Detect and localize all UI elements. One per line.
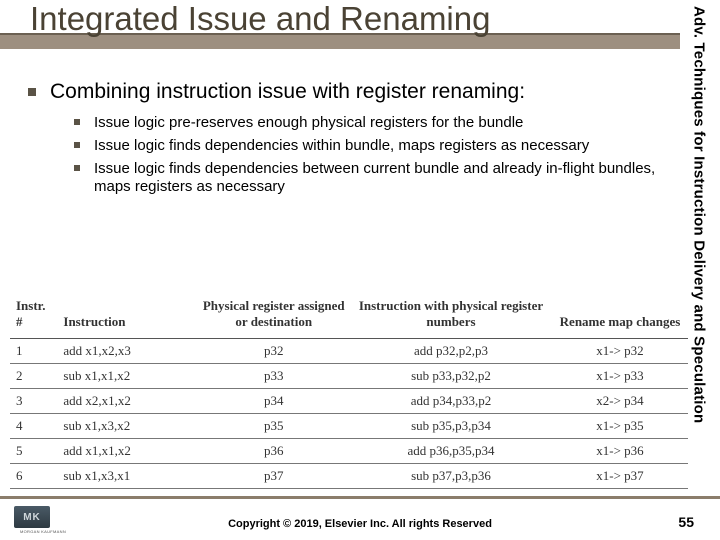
square-bullet-icon: [28, 88, 36, 96]
square-bullet-icon: [74, 142, 80, 148]
content-area: Combining instruction issue with registe…: [28, 80, 668, 201]
cell-pinstr: add p36,p35,p34: [350, 439, 552, 464]
bullet-text: Combining instruction issue with registe…: [50, 80, 525, 104]
square-bullet-icon: [74, 119, 80, 125]
cell-pinstr: sub p33,p32,p2: [350, 364, 552, 389]
table-row: 4 sub x1,x3,x2 p35 sub p35,p3,p34 x1-> p…: [10, 414, 688, 439]
table: Instr. # Instruction Physical register a…: [10, 294, 688, 489]
cell-instr: sub x1,x3,x1: [57, 464, 197, 489]
th-pinstr: Instruction with physical register numbe…: [350, 294, 552, 339]
instruction-table: Instr. # Instruction Physical register a…: [10, 294, 688, 489]
sub-bullet-list: Issue logic pre-reserves enough physical…: [74, 114, 674, 197]
sub-bullet-text: Issue logic pre-reserves enough physical…: [94, 114, 523, 133]
sub-bullet: Issue logic finds dependencies within bu…: [74, 137, 674, 156]
cell-num: 4: [10, 414, 57, 439]
page-number: 55: [678, 514, 694, 530]
cell-chg: x1-> p33: [552, 364, 688, 389]
th-instr-num: Instr. #: [10, 294, 57, 339]
footer-divider: [0, 496, 720, 499]
sub-bullet-text: Issue logic finds dependencies within bu…: [94, 137, 589, 156]
cell-num: 2: [10, 364, 57, 389]
cell-preg: p32: [198, 339, 350, 364]
cell-num: 3: [10, 389, 57, 414]
cell-num: 1: [10, 339, 57, 364]
cell-chg: x2-> p34: [552, 389, 688, 414]
sub-bullet: Issue logic finds dependencies between c…: [74, 160, 674, 198]
cell-preg: p36: [198, 439, 350, 464]
cell-chg: x1-> p37: [552, 464, 688, 489]
table-body: 1 add x1,x2,x3 p32 add p32,p2,p3 x1-> p3…: [10, 339, 688, 489]
cell-num: 5: [10, 439, 57, 464]
footer: MK MORGAN KAUFMANN Copyright © 2019, Els…: [0, 496, 720, 540]
cell-instr: add x1,x1,x2: [57, 439, 197, 464]
table-header-row: Instr. # Instruction Physical register a…: [10, 294, 688, 339]
th-preg: Physical register assigned or destinatio…: [198, 294, 350, 339]
table-row: 2 sub x1,x1,x2 p33 sub p33,p32,p2 x1-> p…: [10, 364, 688, 389]
sub-bullet: Issue logic pre-reserves enough physical…: [74, 114, 674, 133]
cell-num: 6: [10, 464, 57, 489]
cell-instr: sub x1,x1,x2: [57, 364, 197, 389]
cell-preg: p34: [198, 389, 350, 414]
cell-preg: p35: [198, 414, 350, 439]
table-row: 5 add x1,x1,x2 p36 add p36,p35,p34 x1-> …: [10, 439, 688, 464]
copyright-text: Copyright © 2019, Elsevier Inc. All righ…: [0, 518, 720, 530]
cell-instr: add x2,x1,x2: [57, 389, 197, 414]
cell-chg: x1-> p35: [552, 414, 688, 439]
th-instruction: Instruction: [57, 294, 197, 339]
slide: Integrated Issue and Renaming Adv. Techn…: [0, 0, 720, 540]
cell-instr: sub x1,x3,x2: [57, 414, 197, 439]
cell-pinstr: add p34,p33,p2: [350, 389, 552, 414]
cell-chg: x1-> p36: [552, 439, 688, 464]
sidebar-text: Adv. Techniques for Instruction Delivery…: [691, 6, 708, 423]
square-bullet-icon: [74, 165, 80, 171]
th-changes: Rename map changes: [552, 294, 688, 339]
table-row: 3 add x2,x1,x2 p34 add p34,p33,p2 x2-> p…: [10, 389, 688, 414]
cell-pinstr: sub p37,p3,p36: [350, 464, 552, 489]
cell-preg: p37: [198, 464, 350, 489]
cell-instr: add x1,x2,x3: [57, 339, 197, 364]
cell-pinstr: sub p35,p3,p34: [350, 414, 552, 439]
sub-bullet-text: Issue logic finds dependencies between c…: [94, 160, 674, 198]
cell-chg: x1-> p32: [552, 339, 688, 364]
cell-preg: p33: [198, 364, 350, 389]
cell-pinstr: add p32,p2,p3: [350, 339, 552, 364]
title-band: Integrated Issue and Renaming: [0, 0, 680, 52]
table-row: 1 add x1,x2,x3 p32 add p32,p2,p3 x1-> p3…: [10, 339, 688, 364]
table-row: 6 sub x1,x3,x1 p37 sub p37,p3,p36 x1-> p…: [10, 464, 688, 489]
bullet-level1: Combining instruction issue with registe…: [28, 80, 668, 104]
slide-title: Integrated Issue and Renaming: [30, 0, 490, 38]
sidebar-label: Adv. Techniques for Instruction Delivery…: [688, 6, 710, 476]
